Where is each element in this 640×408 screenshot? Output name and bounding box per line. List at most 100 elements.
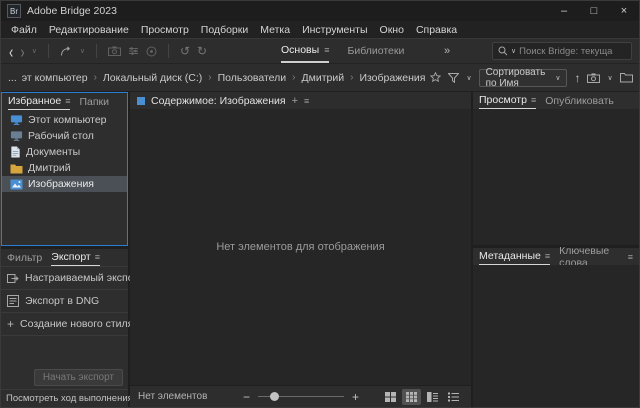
favorites-panel: Избранное ≡ Папки Этот компьютер Рабочий…: [1, 92, 128, 246]
breadcrumb-separator: ›: [93, 72, 98, 83]
content-folder-icon: [137, 97, 145, 105]
view-details-button[interactable]: [423, 389, 442, 405]
window-controls: – □ ×: [549, 1, 639, 21]
menu-item-stacks[interactable]: Подборки: [195, 24, 254, 36]
tab-preview[interactable]: Просмотр ≡: [479, 92, 536, 109]
export-item-new-preset[interactable]: + Создание нового стиля: [1, 313, 128, 336]
close-button[interactable]: ×: [609, 1, 639, 21]
export-preset-list: Настраиваемый экспорт Экспорт в DNG + Со…: [1, 266, 128, 365]
search-input[interactable]: [519, 46, 626, 57]
boomerang-button[interactable]: [60, 46, 73, 57]
forward-button[interactable]: ›: [20, 42, 24, 60]
breadcrumb-item-disk-c[interactable]: Локальный диск (C:): [103, 72, 202, 84]
search-scope-caret[interactable]: ∨: [511, 47, 516, 55]
panel-menu-icon[interactable]: ≡: [628, 252, 633, 262]
workspace-tab-essentials[interactable]: Основы ≡: [281, 39, 329, 63]
rotate-left-button[interactable]: ↺: [180, 45, 190, 57]
preview-panel-tabs: Просмотр ≡ Опубликовать: [473, 92, 639, 109]
filter-caret[interactable]: ∨: [466, 74, 471, 82]
menu-item-help[interactable]: Справка: [410, 24, 463, 36]
favorite-item-computer[interactable]: Этот компьютер: [2, 112, 127, 128]
toolbar-divider: [48, 44, 49, 58]
import-caret[interactable]: ∨: [607, 74, 612, 82]
zoom-in-button[interactable]: +: [352, 390, 359, 404]
menubar: Файл Редактирование Просмотр Подборки Ме…: [1, 21, 639, 38]
filter-funnel-icon[interactable]: [448, 73, 459, 83]
computer-icon: [10, 114, 23, 126]
view-list-button[interactable]: [444, 389, 463, 405]
panel-menu-icon[interactable]: ≡: [65, 96, 70, 106]
breadcrumb-item-pictures[interactable]: Изображения: [359, 72, 425, 84]
content-area[interactable]: Нет элементов для отображения: [130, 109, 471, 385]
boomerang-caret[interactable]: ∨: [80, 47, 85, 55]
add-content-tab-button[interactable]: +: [292, 95, 298, 107]
breadcrumb-item-users[interactable]: Пользователи: [218, 72, 287, 84]
menu-item-tools[interactable]: Инструменты: [296, 24, 373, 36]
metadata-panel-tabs: Метаданные ≡ Ключевые слова ≡: [473, 248, 639, 265]
export-item-custom[interactable]: Настраиваемый экспорт: [1, 267, 128, 290]
toolbar: ‹ › ∨ ∨ ↺ ↻ Основы ≡: [1, 38, 639, 64]
tab-publish[interactable]: Опубликовать: [545, 92, 614, 109]
new-folder-icon[interactable]: [620, 72, 633, 83]
minimize-button[interactable]: –: [549, 1, 579, 21]
refine-icon[interactable]: [128, 46, 139, 56]
tab-folders[interactable]: Папки: [79, 93, 109, 110]
view-thumbnails-button[interactable]: [402, 389, 421, 405]
tab-favorites[interactable]: Избранное ≡: [8, 93, 70, 110]
workspace-overflow-chevrons[interactable]: »: [444, 45, 450, 57]
rotate-right-button[interactable]: ↻: [197, 45, 207, 57]
back-button[interactable]: ‹: [9, 42, 13, 60]
sort-direction-button[interactable]: ↑: [574, 71, 580, 85]
start-export-row: Начать экспорт: [1, 365, 128, 389]
menu-item-edit[interactable]: Редактирование: [43, 24, 135, 36]
tab-filter[interactable]: Фильтр: [7, 249, 42, 266]
rating-filter-icon[interactable]: [430, 72, 441, 83]
camera-raw-icon[interactable]: [146, 46, 157, 57]
breadcrumb-ellipsis: ...: [8, 72, 17, 84]
panel-menu-icon[interactable]: ≡: [304, 96, 309, 106]
menu-item-view[interactable]: Просмотр: [135, 24, 195, 36]
content-panel: Содержимое: Изображения + ≡ Нет элементо…: [130, 92, 471, 407]
menu-item-file[interactable]: Файл: [5, 24, 43, 36]
panel-menu-icon[interactable]: ≡: [531, 95, 536, 105]
workspace-tab-libraries[interactable]: Библиотеки: [347, 39, 404, 63]
pictures-icon: [10, 179, 23, 190]
export-progress-link[interactable]: Посмотреть ход выполнения: [1, 389, 128, 407]
maximize-button[interactable]: □: [579, 1, 609, 21]
slider-knob[interactable]: [270, 392, 279, 401]
thumbnail-size-slider[interactable]: [258, 396, 344, 397]
sort-dropdown[interactable]: Сортировать по Имя ∨: [479, 69, 568, 87]
metadata-panel: Метаданные ≡ Ключевые слова ≡: [473, 248, 639, 407]
left-panel: Избранное ≡ Папки Этот компьютер Рабочий…: [1, 92, 128, 407]
tab-metadata[interactable]: Метаданные ≡: [479, 248, 550, 265]
favorite-item-documents[interactable]: Документы: [2, 144, 127, 160]
right-panel: Просмотр ≡ Опубликовать Метаданные ≡: [473, 92, 639, 407]
menu-item-window[interactable]: Окно: [374, 24, 410, 36]
toolbar-divider: [96, 44, 97, 58]
empty-message: Нет элементов для отображения: [216, 241, 384, 253]
export-item-dng[interactable]: Экспорт в DNG: [1, 290, 128, 313]
tab-export[interactable]: Экспорт ≡: [51, 249, 100, 266]
preview-panel: Просмотр ≡ Опубликовать: [473, 92, 639, 245]
workspace-menu-icon[interactable]: ≡: [324, 45, 329, 55]
favorite-item-pictures[interactable]: Изображения: [2, 176, 127, 192]
panel-menu-icon[interactable]: ≡: [95, 252, 100, 262]
import-photos-icon[interactable]: [587, 73, 600, 83]
breadcrumb-item-computer[interactable]: эт компьютер: [22, 72, 88, 84]
nav-history-caret[interactable]: ∨: [32, 47, 37, 55]
favorite-item-desktop[interactable]: Рабочий стол: [2, 128, 127, 144]
tab-keywords[interactable]: Ключевые слова: [559, 248, 619, 265]
view-grid-button[interactable]: [381, 389, 400, 405]
favorite-item-dmitry[interactable]: Дмитрий: [2, 160, 127, 176]
main-area: Избранное ≡ Папки Этот компьютер Рабочий…: [1, 92, 639, 407]
panel-menu-icon[interactable]: ≡: [545, 251, 550, 261]
view-mode-buttons: [381, 389, 463, 405]
breadcrumb-item-dmitry[interactable]: Дмитрий: [302, 72, 345, 84]
custom-export-icon: [7, 272, 19, 284]
start-export-button[interactable]: Начать экспорт: [34, 369, 123, 386]
import-from-device-icon[interactable]: [108, 46, 121, 56]
menu-item-label[interactable]: Метка: [254, 24, 296, 36]
content-title: Содержимое: Изображения: [151, 95, 286, 107]
zoom-out-button[interactable]: −: [243, 390, 250, 404]
search-box[interactable]: ∨: [492, 42, 632, 60]
